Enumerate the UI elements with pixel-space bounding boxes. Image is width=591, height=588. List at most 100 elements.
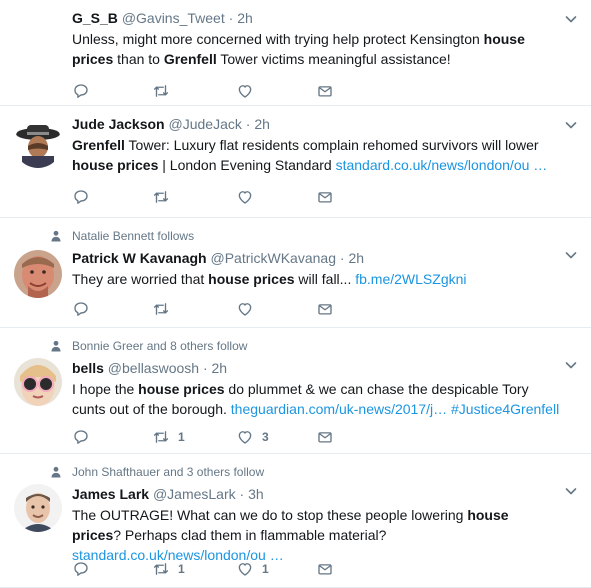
heart-icon bbox=[236, 188, 254, 206]
tweet-text-segment: Tower victims meaningful assistance! bbox=[216, 51, 451, 67]
direct-message-button[interactable] bbox=[316, 82, 334, 100]
retweet-button[interactable] bbox=[152, 188, 170, 206]
social-context[interactable]: John Shafthauer and 3 others follow bbox=[51, 464, 561, 480]
tweet-card[interactable]: Bonnie Greer and 8 others follow bells @b… bbox=[0, 328, 591, 454]
user-handle[interactable]: @bellaswoosh bbox=[108, 360, 199, 376]
search-highlight: house prices bbox=[208, 271, 295, 287]
search-highlight: house prices bbox=[138, 381, 225, 397]
display-name[interactable]: James Lark bbox=[72, 486, 149, 502]
timestamp[interactable]: 2h bbox=[348, 250, 364, 266]
retweet-button[interactable]: 1 bbox=[152, 560, 185, 578]
like-count: 3 bbox=[262, 430, 269, 444]
timestamp[interactable]: 2h bbox=[254, 116, 270, 132]
direct-message-button[interactable] bbox=[316, 300, 334, 318]
retweet-icon bbox=[152, 428, 170, 446]
avatar[interactable] bbox=[14, 250, 62, 298]
tweet-header: Jude Jackson @JudeJack · 2h bbox=[72, 114, 561, 134]
tweet-link[interactable]: theguardian.com/uk-news/2017/j… bbox=[231, 401, 447, 417]
tweet-text-segment: | London Evening Standard bbox=[158, 157, 336, 173]
reply-button[interactable] bbox=[72, 188, 90, 206]
tweet-header: James Lark @JamesLark · 3h bbox=[72, 484, 561, 504]
tweet-link[interactable]: standard.co.uk/news/london/ou … bbox=[336, 157, 548, 173]
reply-button[interactable] bbox=[72, 560, 90, 578]
social-context-text: John Shafthauer and 3 others follow bbox=[72, 465, 265, 479]
user-handle[interactable]: @PatrickWKavanag bbox=[211, 250, 336, 266]
reply-button[interactable] bbox=[72, 300, 90, 318]
tweet-header: bells @bellaswoosh · 2h bbox=[72, 358, 561, 378]
display-name[interactable]: bells bbox=[72, 360, 104, 376]
timestamp[interactable]: 3h bbox=[248, 486, 264, 502]
tweet-link[interactable]: fb.me/2WLSZgkni bbox=[355, 271, 466, 287]
chevron-down-icon[interactable] bbox=[564, 484, 578, 498]
envelope-icon bbox=[316, 428, 334, 446]
tweet-content: Natalie Bennett follows Patrick W Kavanag… bbox=[51, 228, 561, 289]
tweet-header: Patrick W Kavanagh @PatrickWKavanag · 2h bbox=[72, 248, 561, 268]
retweet-button[interactable]: 1 bbox=[152, 428, 185, 446]
reply-button[interactable] bbox=[72, 428, 90, 446]
social-context-text: Bonnie Greer and 8 others follow bbox=[72, 339, 248, 353]
chevron-down-icon[interactable] bbox=[564, 118, 578, 132]
like-button[interactable]: 3 bbox=[236, 428, 269, 446]
tweet-text: Grenfell Tower: Luxury flat residents co… bbox=[72, 135, 561, 175]
heart-icon bbox=[236, 82, 254, 100]
envelope-icon bbox=[316, 300, 334, 318]
tweet-card[interactable]: John Shafthauer and 3 others follow James… bbox=[0, 454, 591, 588]
reply-icon bbox=[72, 300, 90, 318]
direct-message-button[interactable] bbox=[316, 188, 334, 206]
tweet-card[interactable]: G_S_B @Gavins_Tweet · 2h Unless, might mo… bbox=[0, 0, 591, 106]
timestamp[interactable]: 2h bbox=[237, 10, 253, 26]
timestamp[interactable]: 2h bbox=[212, 360, 228, 376]
reply-icon bbox=[72, 560, 90, 578]
like-button[interactable] bbox=[236, 300, 254, 318]
chevron-down-icon[interactable] bbox=[564, 358, 578, 372]
retweet-icon bbox=[152, 560, 170, 578]
social-context[interactable]: Bonnie Greer and 8 others follow bbox=[51, 338, 561, 354]
retweet-icon bbox=[152, 82, 170, 100]
tweet-text-segment: They are worried that bbox=[72, 271, 209, 287]
like-button[interactable] bbox=[236, 82, 254, 100]
avatar[interactable] bbox=[14, 484, 62, 532]
chevron-down-icon[interactable] bbox=[564, 248, 578, 262]
chevron-down-icon[interactable] bbox=[564, 12, 578, 26]
tweet-card[interactable]: Natalie Bennett follows Patrick W Kavanag… bbox=[0, 218, 591, 328]
tweet-content: John Shafthauer and 3 others follow James… bbox=[51, 464, 561, 565]
separator-dot: · bbox=[199, 360, 212, 376]
person-icon bbox=[50, 230, 62, 242]
retweet-button[interactable] bbox=[152, 300, 170, 318]
avatar[interactable] bbox=[14, 120, 62, 168]
display-name[interactable]: Jude Jackson bbox=[72, 116, 165, 132]
tweet-text-segment: will fall... bbox=[294, 271, 356, 287]
tweet-content: Jude Jackson @JudeJack · 2h Grenfell Towe… bbox=[72, 114, 561, 175]
tweet-card[interactable]: Jude Jackson @JudeJack · 2h Grenfell Towe… bbox=[0, 106, 591, 218]
tweet-text-segment: I hope the bbox=[72, 381, 139, 397]
heart-icon bbox=[236, 428, 254, 446]
like-button[interactable] bbox=[236, 188, 254, 206]
search-highlight: Grenfell bbox=[72, 137, 125, 153]
user-handle[interactable]: @Gavins_Tweet bbox=[122, 10, 225, 26]
direct-message-button[interactable] bbox=[316, 428, 334, 446]
social-context[interactable]: Natalie Bennett follows bbox=[51, 228, 561, 244]
tweet-text: They are worried that house prices will … bbox=[72, 269, 561, 289]
tweet-content: G_S_B @Gavins_Tweet · 2h Unless, might mo… bbox=[72, 8, 561, 69]
retweet-button[interactable] bbox=[152, 82, 170, 100]
retweet-count: 1 bbox=[178, 562, 185, 576]
heart-icon bbox=[236, 300, 254, 318]
tweet-text-segment: ? Perhaps clad them in flammable materia… bbox=[113, 527, 387, 543]
avatar[interactable] bbox=[14, 358, 62, 406]
user-handle[interactable]: @JudeJack bbox=[169, 116, 242, 132]
tweet-link[interactable]: #Justice4Grenfell bbox=[451, 401, 559, 417]
search-highlight: house prices bbox=[72, 157, 159, 173]
direct-message-button[interactable] bbox=[316, 560, 334, 578]
tweet-content: Bonnie Greer and 8 others follow bells @b… bbox=[51, 338, 561, 419]
reply-icon bbox=[72, 188, 90, 206]
tweet-text-segment: Tower: Luxury flat residents complain re… bbox=[124, 137, 539, 153]
reply-button[interactable] bbox=[72, 82, 90, 100]
tweet-text-segment: than to bbox=[113, 51, 164, 67]
user-handle[interactable]: @JamesLark bbox=[153, 486, 236, 502]
display-name[interactable]: G_S_B bbox=[72, 10, 118, 26]
tweet-header: G_S_B @Gavins_Tweet · 2h bbox=[72, 8, 561, 28]
person-icon bbox=[50, 466, 62, 478]
social-context-text: Natalie Bennett follows bbox=[72, 229, 195, 243]
like-button[interactable]: 1 bbox=[236, 560, 269, 578]
display-name[interactable]: Patrick W Kavanagh bbox=[72, 250, 207, 266]
